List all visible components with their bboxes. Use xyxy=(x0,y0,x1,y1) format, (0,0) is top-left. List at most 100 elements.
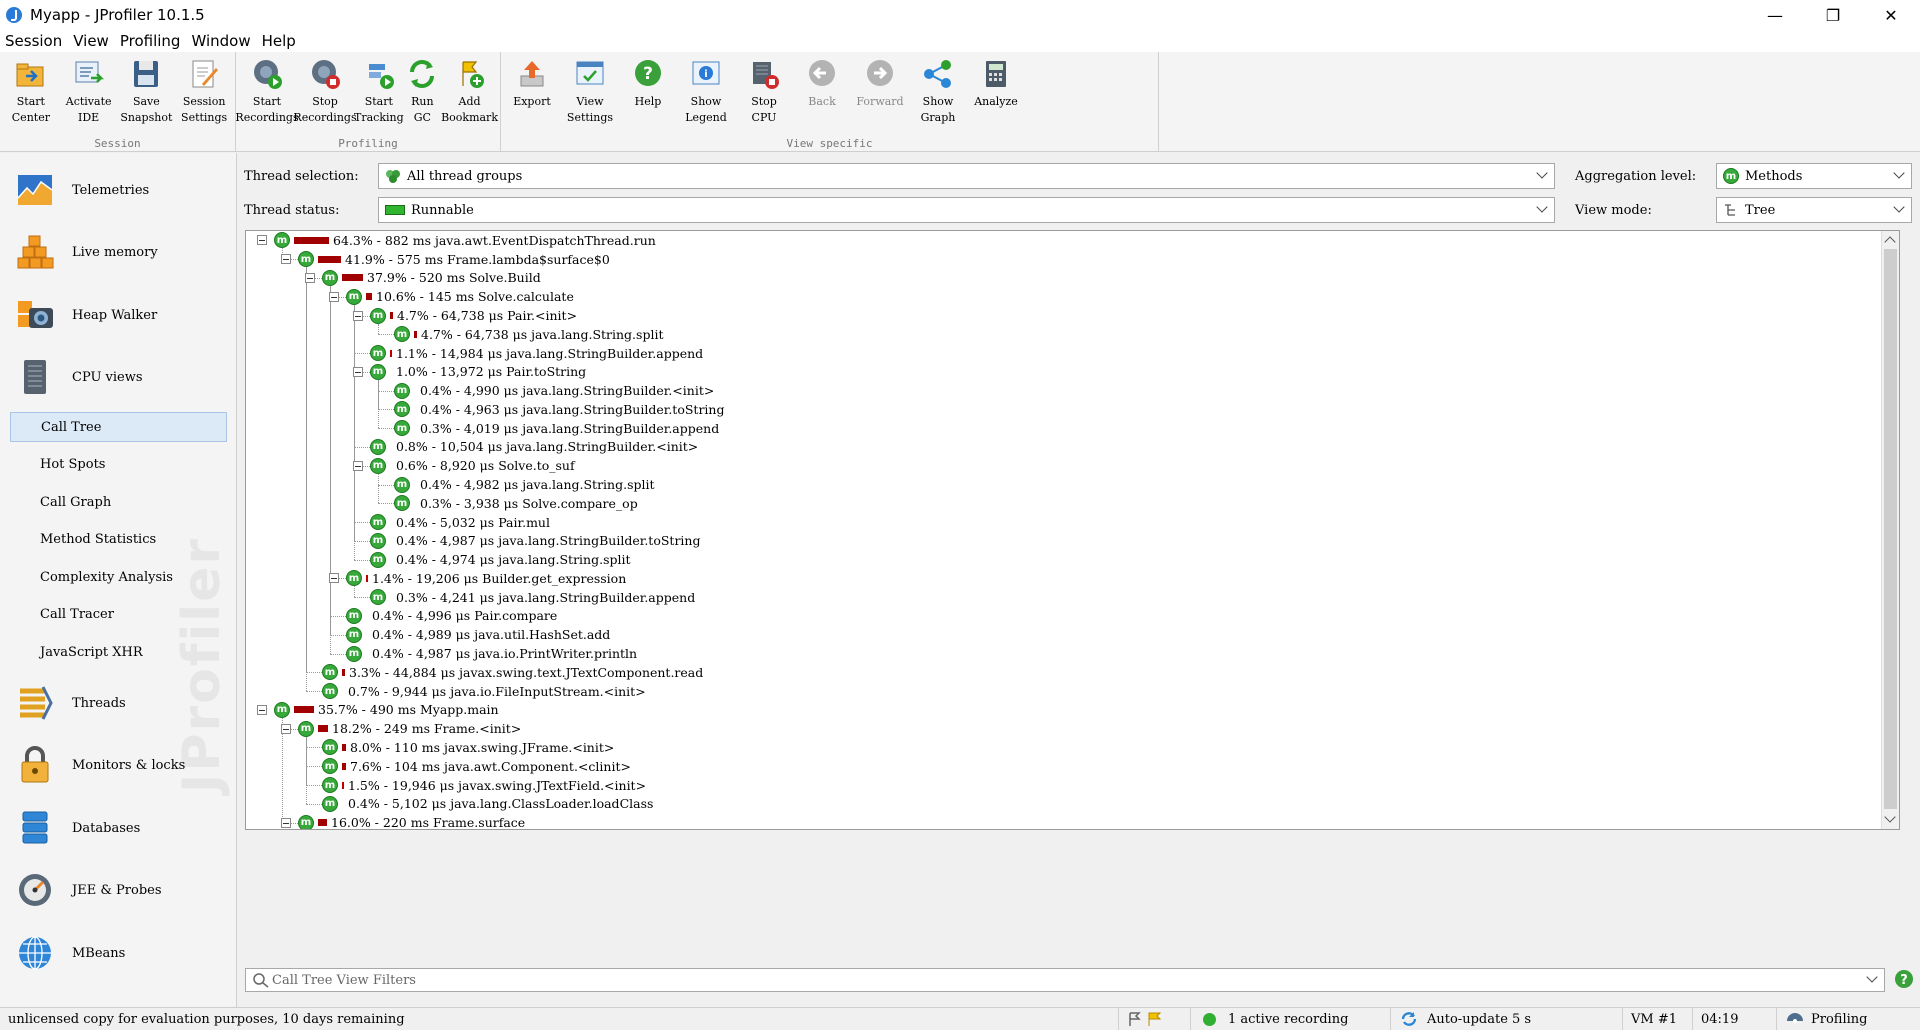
call-tree-node[interactable]: m 8.0% - 110 ms javax.swing.JFrame.<init> xyxy=(322,738,616,757)
collapse-toggle-icon[interactable] xyxy=(281,254,291,265)
sidebar-item-call-graph[interactable]: Call Graph xyxy=(10,487,227,517)
minimize-button[interactable]: — xyxy=(1746,0,1804,30)
recording-status[interactable]: 1 active recording xyxy=(1190,1008,1390,1030)
collapse-toggle-icon[interactable] xyxy=(281,723,291,734)
export-button[interactable]: Export xyxy=(503,52,561,136)
help-button[interactable]: ? Help xyxy=(619,52,677,136)
scroll-up-icon[interactable] xyxy=(1884,236,1896,248)
sidebar-item-javascript-xhr[interactable]: JavaScript XHR xyxy=(10,637,227,667)
call-tree-node[interactable]: m 0.4% - 5,102 μs java.lang.ClassLoader.l… xyxy=(322,794,655,813)
call-tree-node[interactable]: m 64.3% - 882 ms java.awt.EventDispatchTh… xyxy=(274,231,658,250)
sidebar-section-heap-walker[interactable]: Heap Walker xyxy=(14,290,157,340)
collapse-toggle-icon[interactable] xyxy=(353,460,363,471)
call-tree-node[interactable]: m 0.4% - 4,963 μs java.lang.StringBuilder… xyxy=(394,400,726,419)
menu-view[interactable]: View xyxy=(68,32,115,50)
thread-selection-combo[interactable]: All thread groups xyxy=(378,163,1555,189)
sidebar-section-telemetries[interactable]: Telemetries xyxy=(14,165,149,215)
call-tree-node[interactable]: m 0.4% - 4,982 μs java.lang.String.split xyxy=(394,475,657,494)
call-tree-node[interactable]: m 0.4% - 5,032 μs Pair.mul xyxy=(370,513,552,532)
toolbar-button-label: Activate IDE xyxy=(65,95,112,124)
collapse-toggle-icon[interactable] xyxy=(353,310,363,321)
collapse-toggle-icon[interactable] xyxy=(329,573,339,584)
aggregation-level-combo[interactable]: m Methods xyxy=(1716,163,1912,189)
sidebar-item-call-tracer[interactable]: Call Tracer xyxy=(10,600,227,630)
stop-recordings-button[interactable]: Stop Recordings xyxy=(293,52,357,136)
call-tree-node[interactable]: m 37.9% - 520 ms Solve.Build xyxy=(322,269,543,288)
call-tree-node[interactable]: m 1.5% - 19,946 μs javax.swing.JTextField… xyxy=(322,776,648,795)
call-tree-node[interactable]: m 4.7% - 64,738 μs java.lang.String.split xyxy=(394,325,665,344)
call-tree-node[interactable]: m 0.4% - 4,990 μs java.lang.StringBuilder… xyxy=(394,381,716,400)
start-recordings-button[interactable]: Start Recordings xyxy=(235,52,299,136)
call-tree-node[interactable]: m 0.3% - 3,938 μs Solve.compare_op xyxy=(394,494,640,513)
menu-session[interactable]: Session xyxy=(0,32,68,50)
thread-status-combo[interactable]: Runnable xyxy=(378,197,1555,223)
sidebar-section-cpu-views[interactable]: CPU views xyxy=(14,352,143,402)
back-button: Back xyxy=(793,52,851,136)
save-snapshot-button[interactable]: Save Snapshot xyxy=(118,52,176,136)
sidebar-section-jee-probes[interactable]: JEE & Probes xyxy=(14,865,162,915)
sidebar-section-live-memory[interactable]: Live memory xyxy=(14,227,158,277)
collapse-toggle-icon[interactable] xyxy=(353,366,363,377)
analyze-button[interactable]: Analyze xyxy=(967,52,1025,136)
start-center-button[interactable]: Start Center xyxy=(2,52,60,136)
call-tree-node[interactable]: m 35.7% - 490 ms Myapp.main xyxy=(274,701,501,720)
menu-window[interactable]: Window xyxy=(186,32,256,50)
menu-help[interactable]: Help xyxy=(257,32,302,50)
bookmark-flags[interactable] xyxy=(1118,1008,1198,1030)
call-tree-node[interactable]: m 41.9% - 575 ms Frame.lambda$surface$0 xyxy=(298,250,612,269)
vertical-scrollbar[interactable] xyxy=(1881,231,1899,829)
session-settings-button[interactable]: Session Settings xyxy=(175,52,233,136)
call-tree-node[interactable]: m 0.3% - 4,019 μs java.lang.StringBuilder… xyxy=(394,419,721,438)
start-tracking-button[interactable]: Start Tracking xyxy=(354,52,404,136)
add-bookmark-button[interactable]: Add Bookmark xyxy=(441,52,498,136)
call-tree-node[interactable]: m 0.4% - 4,974 μs java.lang.String.split xyxy=(370,550,633,569)
stop-cpu-button[interactable]: Stop CPU xyxy=(735,52,793,136)
menu-profiling[interactable]: Profiling xyxy=(115,32,187,50)
scrollbar-thumb[interactable] xyxy=(1884,249,1897,809)
sidebar-item-complexity-analysis[interactable]: Complexity Analysis xyxy=(10,562,227,592)
collapse-toggle-icon[interactable] xyxy=(257,704,267,715)
call-tree-node[interactable]: m 7.6% - 104 ms java.awt.Component.<clini… xyxy=(322,757,633,776)
collapse-toggle-icon[interactable] xyxy=(281,817,291,828)
scroll-down-icon[interactable] xyxy=(1884,811,1896,823)
show-graph-button[interactable]: Show Graph xyxy=(909,52,967,136)
call-tree-filter-input[interactable]: Call Tree View Filters xyxy=(245,968,1885,992)
collapse-toggle-icon[interactable] xyxy=(329,291,339,302)
auto-update-status[interactable]: Auto-update 5 s xyxy=(1390,1008,1622,1030)
percentage-bar xyxy=(318,819,327,827)
close-button[interactable]: ✕ xyxy=(1862,0,1920,30)
sidebar-section-databases[interactable]: Databases xyxy=(14,803,140,853)
call-tree-node[interactable]: m 18.2% - 249 ms Frame.<init> xyxy=(298,719,523,738)
call-tree-node[interactable]: m 10.6% - 145 ms Solve.calculate xyxy=(346,287,576,306)
call-tree-node[interactable]: m 3.3% - 44,884 μs javax.swing.text.JText… xyxy=(322,663,705,682)
view-settings-button[interactable]: View Settings xyxy=(561,52,619,136)
show-legend-button[interactable]: i Show Legend xyxy=(677,52,735,136)
sidebar-section-monitors-locks[interactable]: Monitors & locks xyxy=(14,740,185,790)
collapse-toggle-icon[interactable] xyxy=(257,235,267,246)
view-mode-combo[interactable]: Tree xyxy=(1716,197,1912,223)
sidebar-section-mbeans[interactable]: MBeans xyxy=(14,928,125,978)
call-tree-node[interactable]: m 0.3% - 4,241 μs java.lang.StringBuilder… xyxy=(370,588,697,607)
sidebar-item-hot-spots[interactable]: Hot Spots xyxy=(10,450,227,480)
help-icon[interactable]: ? xyxy=(1894,969,1914,989)
call-tree-node[interactable]: m 4.7% - 64,738 μs Pair.<init> xyxy=(370,306,579,325)
call-tree-node[interactable]: m 0.8% - 10,504 μs java.lang.StringBuilde… xyxy=(370,438,700,457)
sidebar-section-threads[interactable]: Threads xyxy=(14,678,126,728)
call-tree-node[interactable]: m 0.7% - 9,944 μs java.io.FileInputStream… xyxy=(322,682,648,701)
sidebar-item-method-statistics[interactable]: Method Statistics xyxy=(10,525,227,555)
call-tree-node[interactable]: m 0.6% - 8,920 μs Solve.to_suf xyxy=(370,456,577,475)
run-gc-button[interactable]: Run GC xyxy=(404,52,441,136)
call-tree-node[interactable]: m 1.4% - 19,206 μs Builder.get_expression xyxy=(346,569,628,588)
call-tree-node[interactable]: m 16.0% - 220 ms Frame.surface xyxy=(298,813,527,829)
restore-button[interactable]: ❐ xyxy=(1804,0,1862,30)
sidebar-item-call-tree[interactable]: Call Tree xyxy=(10,412,227,442)
call-tree-node[interactable]: m 0.4% - 4,987 μs java.io.PrintWriter.pri… xyxy=(346,644,639,663)
activate-ide-button[interactable]: Activate IDE xyxy=(60,52,118,136)
call-tree-node[interactable]: m 0.4% - 4,989 μs java.util.HashSet.add xyxy=(346,625,612,644)
collapse-toggle-icon[interactable] xyxy=(305,272,315,283)
call-tree-node[interactable]: m 1.0% - 13,972 μs Pair.toString xyxy=(370,362,588,381)
chevron-down-icon[interactable] xyxy=(1866,971,1878,983)
call-tree-node[interactable]: m 0.4% - 4,996 μs Pair.compare xyxy=(346,607,559,626)
call-tree-node[interactable]: m 0.4% - 4,987 μs java.lang.StringBuilder… xyxy=(370,531,702,550)
call-tree-node[interactable]: m 1.1% - 14,984 μs java.lang.StringBuilde… xyxy=(370,344,705,363)
